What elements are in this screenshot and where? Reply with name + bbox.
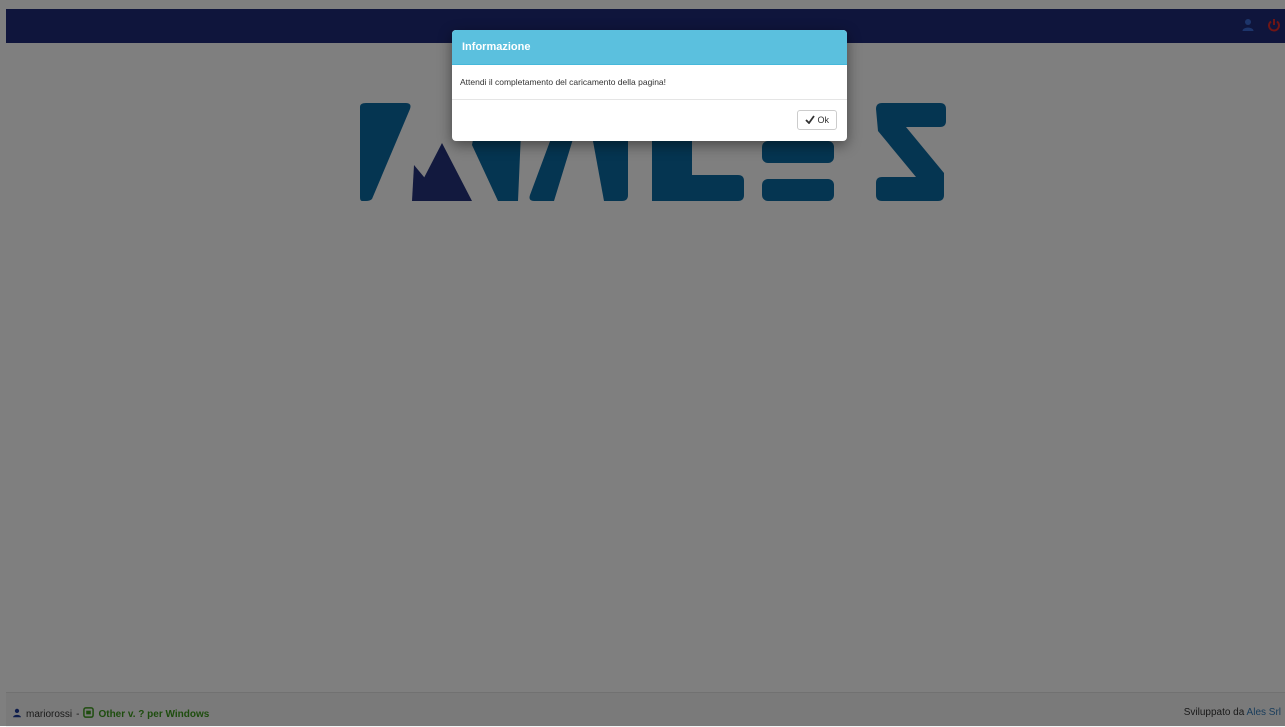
check-icon (805, 114, 816, 126)
modal-footer: Ok (452, 100, 847, 141)
ok-label: Ok (817, 115, 829, 125)
app-page: mariorossi - Other v. ? per Windows Svil… (0, 0, 1285, 727)
modal-message: Attendi il completamento del caricamento… (452, 65, 847, 100)
info-modal: Informazione Attendi il completamento de… (452, 30, 847, 141)
ok-button[interactable]: Ok (797, 110, 837, 130)
modal-title: Informazione (452, 30, 847, 65)
